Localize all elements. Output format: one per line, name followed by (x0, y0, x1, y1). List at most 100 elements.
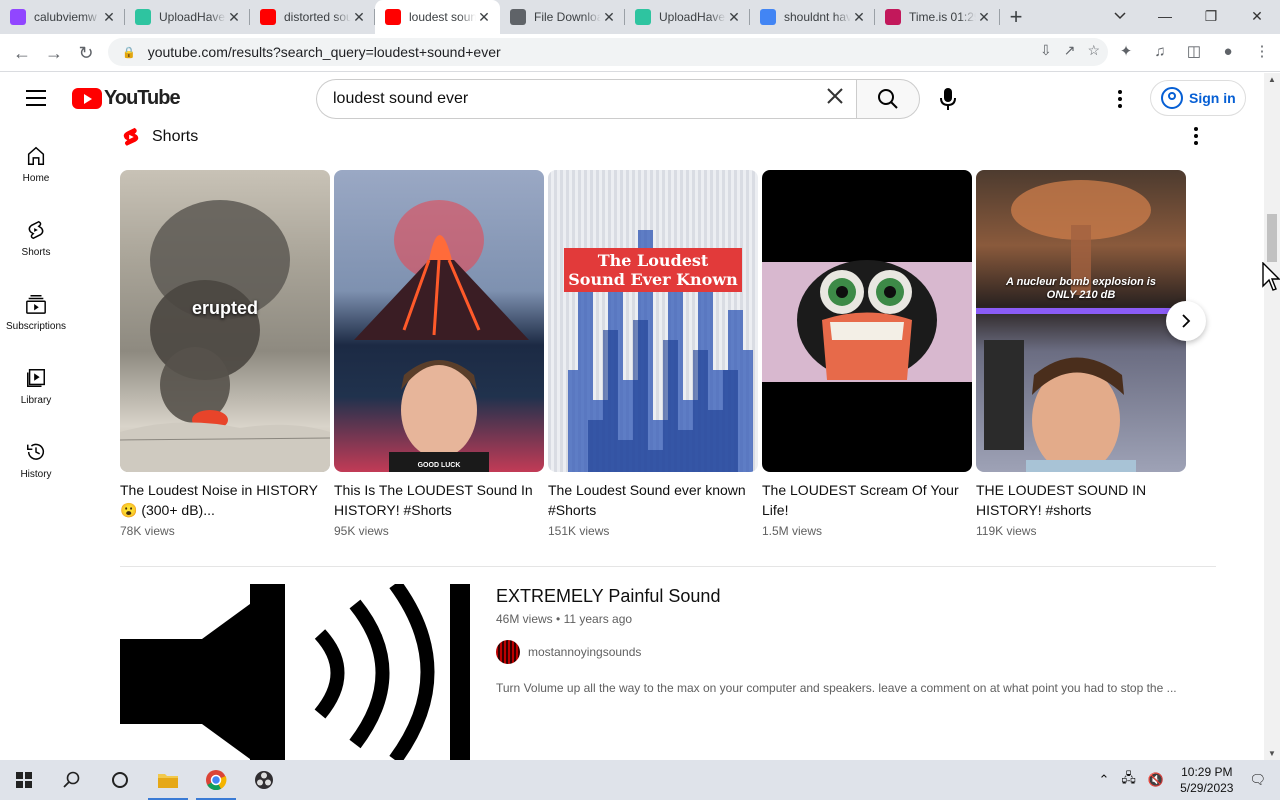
scroll-down-icon[interactable]: ▼ (1268, 749, 1276, 758)
video-views: 46M views (496, 612, 553, 626)
scrollbar-thumb[interactable] (1267, 214, 1277, 262)
profile-icon[interactable]: ● (1216, 37, 1240, 65)
browser-tab[interactable]: UploadHaven ✕ (125, 0, 250, 34)
tray-overflow-icon[interactable]: ⌃ (1099, 772, 1110, 788)
timeis-icon (885, 9, 901, 25)
task-view-button[interactable] (96, 760, 144, 800)
minimize-button[interactable]: — (1142, 0, 1188, 32)
shorts-next-button[interactable] (1166, 301, 1206, 341)
sign-in-button[interactable]: Sign in (1150, 80, 1246, 116)
media-control-icon[interactable]: ♫ (1148, 37, 1172, 65)
short-overlay-text: GOOD LUCK (417, 462, 461, 469)
browser-menu-icon[interactable]: ⋮ (1250, 37, 1274, 65)
short-card[interactable]: The LOUDEST Scream Of Your Life! 1.5M vi… (762, 170, 972, 538)
short-views: 78K views (120, 524, 175, 538)
channel-link[interactable]: mostannoyingsounds (496, 640, 641, 664)
back-button[interactable]: ← (6, 37, 38, 69)
start-button[interactable] (0, 760, 48, 800)
short-views: 95K views (334, 524, 389, 538)
close-tab-icon[interactable]: ✕ (976, 9, 992, 26)
uploadhaven-icon (635, 9, 651, 25)
short-thumbnail[interactable]: The Loudest Sound Ever Known (548, 170, 758, 472)
short-views: 119K views (976, 524, 1037, 538)
notifications-icon[interactable]: 🗨 (1249, 772, 1266, 788)
library-icon (27, 369, 45, 387)
volume-muted-icon[interactable]: 🔇 (1148, 772, 1164, 788)
network-icon[interactable]: 🖧 (1121, 769, 1136, 791)
close-tab-icon[interactable]: ✕ (101, 9, 117, 26)
search-button[interactable] (856, 79, 920, 119)
nav-subscriptions[interactable]: Subscriptions (0, 275, 72, 349)
close-window-button[interactable]: ✕ (1234, 0, 1280, 32)
reload-button[interactable]: ↻ (70, 37, 102, 69)
short-title[interactable]: This Is The LOUDEST Sound In HISTORY! #S… (334, 480, 544, 520)
close-tab-icon[interactable]: ✕ (851, 9, 867, 26)
browser-tab[interactable]: shouldnt have✕ (750, 0, 875, 34)
nav-history[interactable]: History (0, 423, 72, 497)
new-tab-button[interactable]: + (1000, 0, 1032, 34)
subscriptions-icon (26, 295, 46, 314)
page-scrollbar[interactable]: ▲ ▼ (1264, 73, 1280, 760)
nav-shorts[interactable]: Shorts (0, 201, 72, 275)
menu-icon[interactable] (26, 90, 46, 106)
browser-tab[interactable]: loudest sound✕ (375, 0, 500, 34)
taskbar-search-button[interactable] (48, 760, 96, 800)
logo-text: YouTube (104, 87, 181, 109)
browser-tab[interactable]: calubviemw ✕ (0, 0, 125, 34)
short-title[interactable]: THE LOUDEST SOUND IN HISTORY! #shorts (976, 480, 1186, 520)
close-tab-icon[interactable]: ✕ (601, 9, 617, 26)
clear-search-icon[interactable] (826, 87, 844, 109)
scroll-up-icon[interactable]: ▲ (1268, 75, 1276, 84)
browser-tab[interactable]: distorted sound✕ (250, 0, 375, 34)
video-thumbnail[interactable] (120, 584, 480, 760)
short-title[interactable]: The Loudest Sound ever known #Shorts (548, 480, 758, 520)
address-bar[interactable]: 🔒 youtube.com/results?search_query=loude… (108, 38, 1108, 66)
channel-name[interactable]: mostannoyingsounds (528, 645, 641, 659)
video-title[interactable]: EXTREMELY Painful Sound (496, 586, 720, 607)
browser-tab[interactable]: UploadHaven ✕ (625, 0, 750, 34)
browser-tab-title: loudest sound (409, 10, 476, 24)
browser-tab[interactable]: Time.is 01:29 ✕ (875, 0, 1000, 34)
settings-more-icon[interactable] (1110, 87, 1130, 111)
nav-library-label: Library (20, 395, 52, 406)
channel-avatar[interactable] (496, 640, 520, 664)
tab-search-button[interactable] (1106, 0, 1134, 32)
file-explorer-button[interactable] (144, 760, 192, 800)
voice-search-icon[interactable] (936, 87, 960, 111)
nav-home[interactable]: Home (0, 127, 72, 201)
short-thumbnail[interactable] (762, 170, 972, 472)
search-query-text: loudest sound ever (333, 90, 469, 107)
close-tab-icon[interactable]: ✕ (476, 9, 492, 26)
restore-button[interactable]: ❐ (1188, 0, 1234, 32)
taskbar-clock[interactable]: 10:29 PM 5/29/2023 (1180, 764, 1233, 796)
youtube-icon (385, 9, 401, 25)
browser-tab[interactable]: File Download✕ (500, 0, 625, 34)
forward-button[interactable]: → (38, 37, 70, 69)
short-card[interactable]: GOOD LUCK This Is The LOUDEST Sound In H… (334, 170, 544, 538)
close-tab-icon[interactable]: ✕ (351, 9, 367, 26)
youtube-logo[interactable]: YouTube (72, 87, 181, 110)
obs-taskbar-button[interactable] (240, 760, 288, 800)
short-thumbnail[interactable]: erupted (120, 170, 330, 472)
extensions-icon[interactable]: ✦ (1114, 37, 1138, 65)
shorts-shelf-header: Shorts (120, 126, 198, 148)
short-title[interactable]: The LOUDEST Scream Of Your Life! (762, 480, 972, 520)
close-tab-icon[interactable]: ✕ (226, 9, 242, 26)
side-panel-icon[interactable]: ◫ (1182, 37, 1206, 65)
share-icon[interactable]: ↗ (1064, 42, 1076, 59)
short-thumbnail[interactable]: A nucleur bomb explosion is ONLY 210 dB (976, 170, 1186, 472)
short-card[interactable]: The Loudest Sound Ever Known The Loudest… (548, 170, 758, 538)
shorts-more-icon[interactable] (1186, 126, 1206, 146)
nav-library[interactable]: Library (0, 349, 72, 423)
short-title[interactable]: The Loudest Noise in HISTORY 😮 (300+ dB)… (120, 480, 330, 520)
chrome-taskbar-button[interactable] (192, 760, 240, 800)
install-icon[interactable]: ⇩ (1040, 42, 1052, 59)
search-input[interactable]: loudest sound ever (316, 79, 857, 119)
bookmark-star-icon[interactable]: ☆ (1087, 42, 1100, 59)
short-card[interactable]: A nucleur bomb explosion is ONLY 210 dB … (976, 170, 1186, 538)
close-tab-icon[interactable]: ✕ (726, 9, 742, 26)
short-card[interactable]: erupted The Loudest Noise in HISTORY 😮 (… (120, 170, 330, 538)
youtube-header: YouTube loudest sound ever Sign in (0, 73, 1264, 127)
short-thumbnail[interactable]: GOOD LUCK (334, 170, 544, 472)
browser-tab-title: calubviemw (34, 10, 97, 24)
